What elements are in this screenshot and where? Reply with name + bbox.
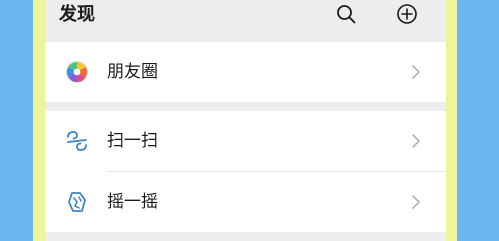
row-divider [107,171,446,172]
scan-icon [65,129,89,153]
shake-icon [65,190,89,214]
menu-item-label: 摇一摇 [107,192,158,212]
menu-item-label: 朋友圈 [107,62,158,82]
menu-item-scan[interactable]: 扫一扫 [45,111,446,171]
chevron-right-icon [411,194,421,210]
search-icon[interactable] [335,3,357,25]
moments-group: 朋友圈 [45,42,446,102]
top-bar: 发现 [45,0,446,40]
moments-aperture-icon [65,60,89,84]
menu-item-shake[interactable]: 摇一摇 [45,172,446,232]
plus-circle-icon[interactable] [396,3,418,25]
discover-screen: 发现 朋友圈 扫一扫 摇一摇 [45,0,446,241]
menu-item-moments[interactable]: 朋友圈 [45,42,446,102]
page-title: 发现 [59,4,95,25]
chevron-right-icon [411,133,421,149]
chevron-right-icon [411,64,421,80]
menu-item-label: 扫一扫 [107,131,158,151]
